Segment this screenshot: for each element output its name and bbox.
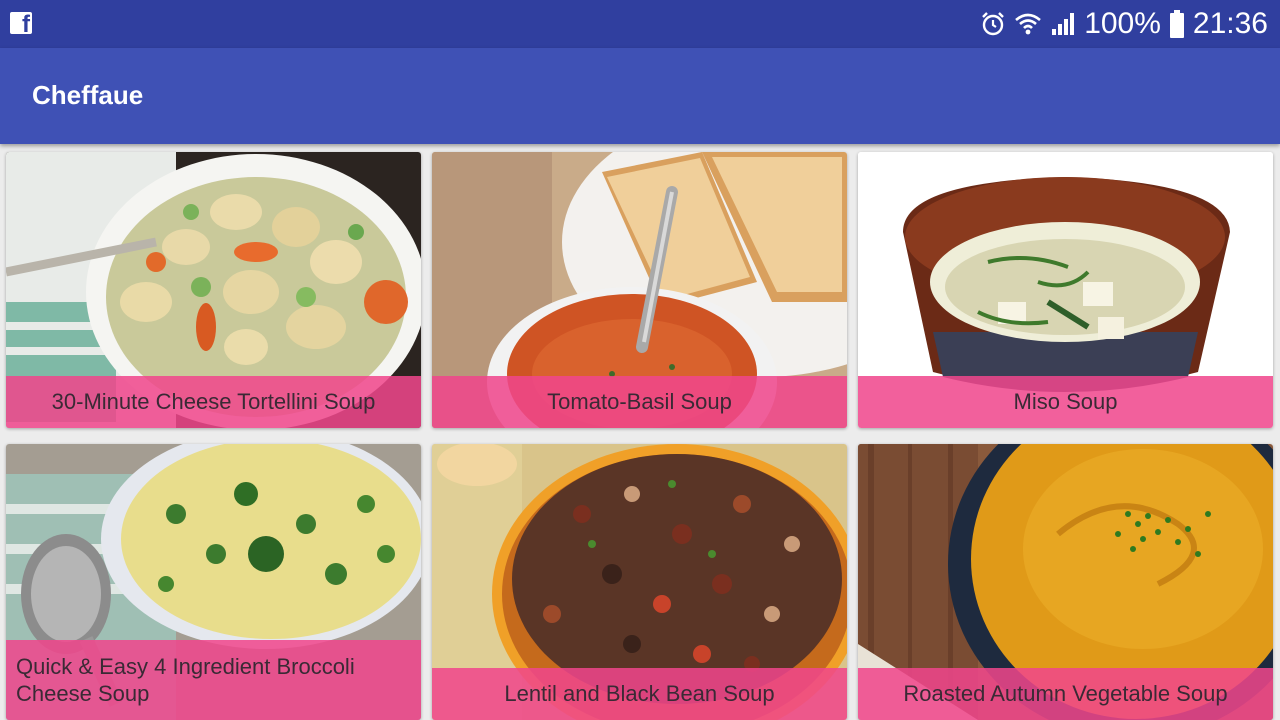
recipe-title: Roasted Autumn Vegetable Soup — [858, 668, 1273, 720]
recipe-card[interactable]: Lentil and Black Bean Soup — [432, 444, 847, 720]
facebook-icon: f — [10, 12, 32, 34]
status-bar: f 100% 21:36 — [0, 0, 1280, 48]
app-bar: Cheffaue — [0, 48, 1280, 144]
recipe-title: Lentil and Black Bean Soup — [432, 668, 847, 720]
recipe-card[interactable]: Tomato-Basil Soup — [432, 152, 847, 428]
recipe-title: Miso Soup — [858, 376, 1273, 428]
battery-percentage: 100% — [1084, 7, 1161, 40]
alarm-icon — [982, 12, 1005, 36]
recipe-card[interactable]: Roasted Autumn Vegetable Soup — [858, 444, 1273, 720]
recipe-title: 30-Minute Cheese Tortellini Soup — [6, 376, 421, 428]
recipe-card[interactable]: Miso Soup — [858, 152, 1273, 428]
wifi-icon — [1015, 13, 1042, 35]
recipe-title: Quick & Easy 4 Ingredient Broccoli Chees… — [6, 640, 421, 720]
recipe-card[interactable]: 30-Minute Cheese Tortellini Soup — [6, 152, 421, 428]
recipe-grid: 30-Minute Cheese Tortellini Soup Tomato-… — [6, 152, 1273, 720]
recipe-card[interactable]: Quick & Easy 4 Ingredient Broccoli Chees… — [6, 444, 421, 720]
battery-icon — [1169, 10, 1184, 38]
recipe-title: Tomato-Basil Soup — [432, 376, 847, 428]
signal-icon — [1052, 13, 1075, 35]
clock: 21:36 — [1192, 7, 1268, 40]
app-title: Cheffaue — [32, 80, 144, 110]
status-icons: 100% 21:36 — [980, 0, 1268, 48]
